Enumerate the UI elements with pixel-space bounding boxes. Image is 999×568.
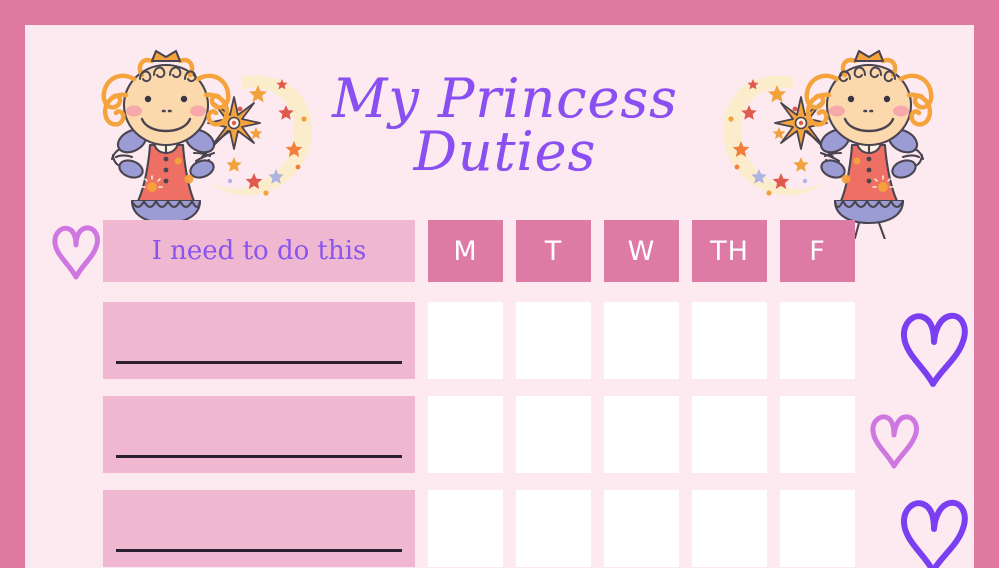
task-write-line xyxy=(116,455,402,458)
side-heart-icon-2 xyxy=(869,410,921,470)
task-write-line xyxy=(116,361,402,364)
checkbox-cell[interactable] xyxy=(604,396,679,473)
day-header-th: TH xyxy=(692,220,767,282)
checkbox-cell[interactable] xyxy=(428,396,503,473)
checkbox-cell[interactable] xyxy=(692,490,767,567)
checkbox-cell[interactable] xyxy=(780,302,855,379)
checkbox-cell[interactable] xyxy=(780,396,855,473)
task-write-line xyxy=(116,549,402,552)
checkbox-cell[interactable] xyxy=(692,302,767,379)
checkbox-cell[interactable] xyxy=(516,302,591,379)
page-title: My Princess Duties xyxy=(325,72,685,179)
checkbox-cell[interactable] xyxy=(428,490,503,567)
day-header-f: F xyxy=(780,220,855,282)
checkbox-cell[interactable] xyxy=(604,490,679,567)
checkbox-cell[interactable] xyxy=(604,302,679,379)
side-heart-icon-3 xyxy=(899,495,969,568)
table-row[interactable] xyxy=(103,396,415,473)
header-heart-icon xyxy=(50,221,102,281)
checkbox-cell[interactable] xyxy=(428,302,503,379)
checkbox-cell[interactable] xyxy=(692,396,767,473)
page-frame: My Princess Duties I need to do this M T… xyxy=(25,25,974,568)
side-heart-icon-1 xyxy=(899,308,969,388)
page-title-line-2: Duties xyxy=(413,119,597,183)
checkbox-cell[interactable] xyxy=(516,396,591,473)
day-header-w: W xyxy=(604,220,679,282)
fairy-right-illustration xyxy=(705,49,945,259)
fairy-left-illustration xyxy=(90,49,330,259)
table-row[interactable] xyxy=(103,302,415,379)
day-header-t: T xyxy=(516,220,591,282)
day-header-m: M xyxy=(428,220,503,282)
checkbox-cell[interactable] xyxy=(516,490,591,567)
checkbox-cell[interactable] xyxy=(780,490,855,567)
task-column-header: I need to do this xyxy=(103,220,415,282)
table-row[interactable] xyxy=(103,490,415,567)
